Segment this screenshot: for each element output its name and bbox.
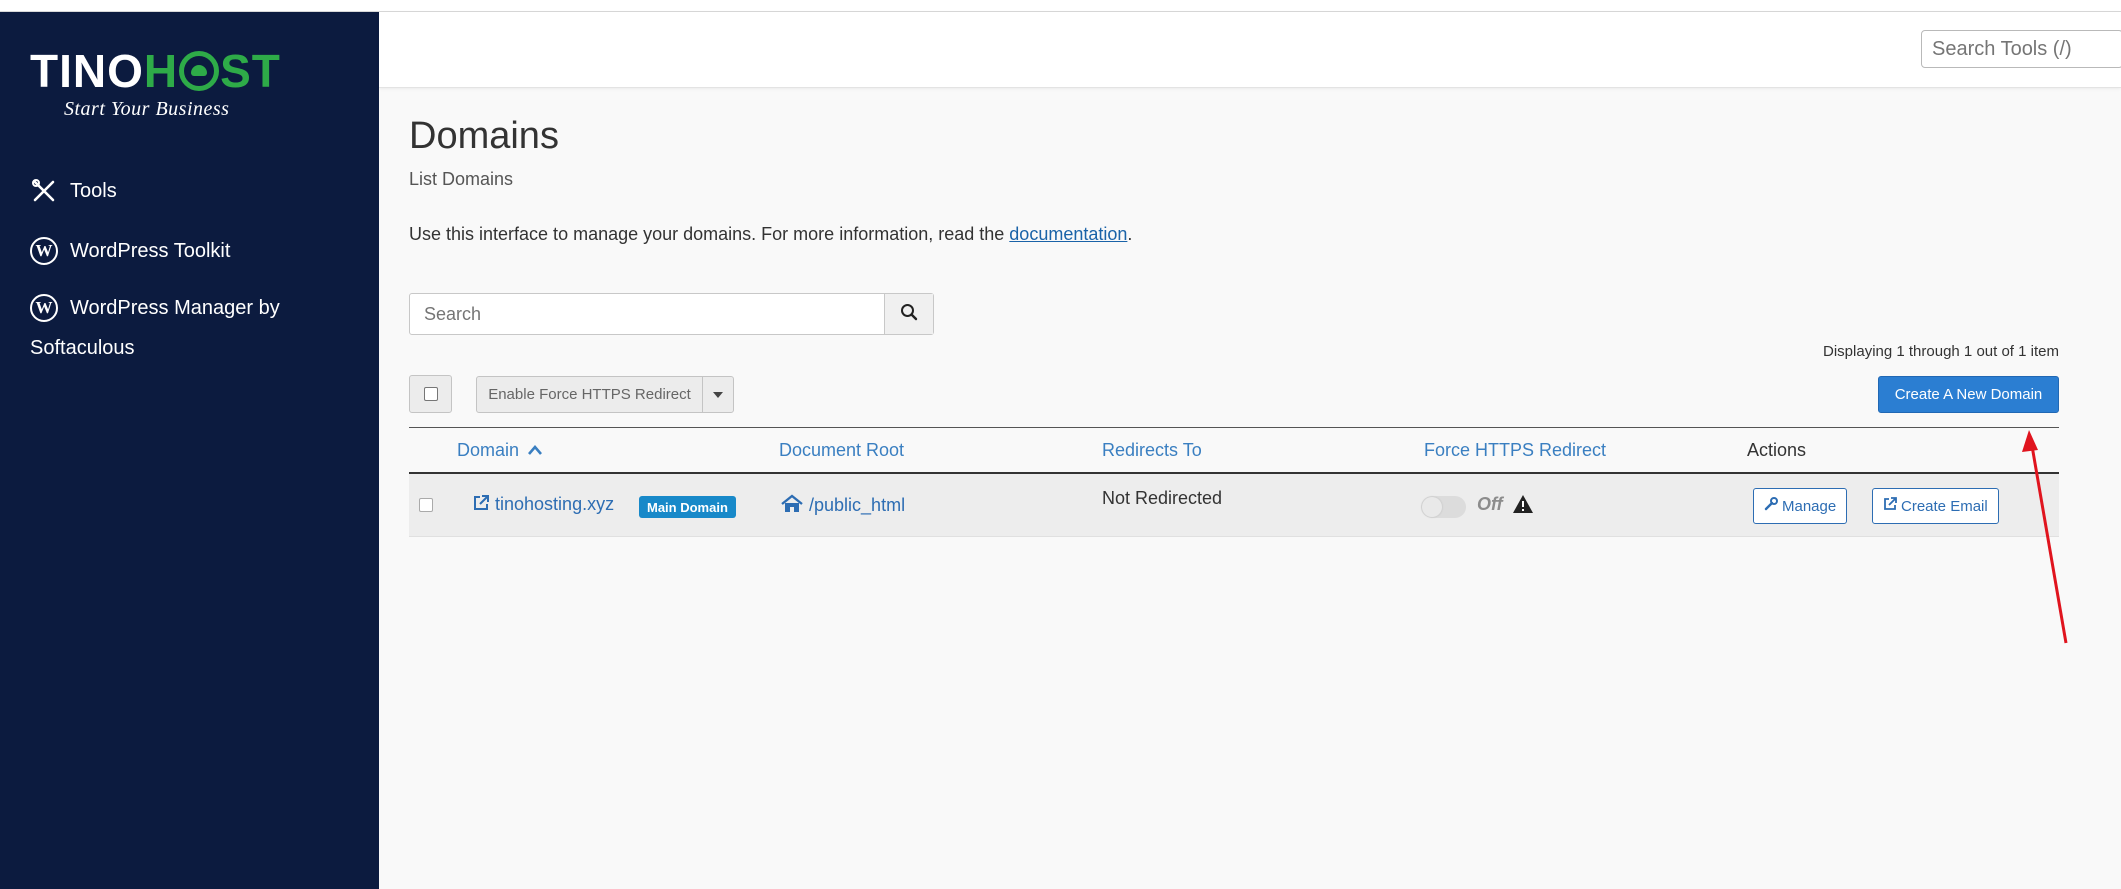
column-header-actions: Actions (1747, 439, 1807, 460)
search-icon (900, 303, 918, 326)
chevron-down-icon (713, 391, 723, 398)
force-https-state: Off (1477, 494, 1503, 514)
force-https-bulk-button[interactable]: Enable Force HTTPS Redirect (476, 376, 734, 413)
column-header-domain[interactable]: Domain (457, 440, 543, 461)
force-https-dropdown-toggle[interactable] (703, 377, 733, 412)
top-strip (0, 0, 2121, 12)
create-new-domain-button[interactable]: Create A New Domain (1878, 376, 2059, 413)
main-domain-badge: Main Domain (639, 496, 736, 518)
force-https-bulk-label[interactable]: Enable Force HTTPS Redirect (477, 377, 703, 412)
wrench-icon (1764, 497, 1782, 515)
sort-ascending-icon (524, 440, 543, 460)
sidebar: TINO H ST Start Your Business Tools W Wo… (0, 12, 379, 889)
sidebar-item-label: WordPress Toolkit (70, 239, 231, 262)
sidebar-item-wordpress-manager[interactable]: W WordPress Manager by (30, 294, 280, 322)
brand-wordmark: TINO H ST (30, 46, 290, 96)
search-button[interactable] (884, 294, 933, 334)
wordpress-icon: W (30, 294, 58, 322)
pagination-summary: Displaying 1 through 1 out of 1 item (1823, 343, 2059, 360)
brand-logo[interactable]: TINO H ST Start Your Business (30, 46, 290, 136)
wordpress-icon: W (30, 237, 58, 265)
brand-name-left: TINO (30, 45, 144, 97)
documentation-link[interactable]: documentation (1009, 224, 1127, 244)
sidebar-item-label: WordPress Manager by (70, 296, 280, 319)
brand-name-right: H ST (143, 45, 281, 97)
warning-icon[interactable] (1512, 494, 1534, 519)
table-header: Domain Document Root Redirects To Force … (409, 427, 2059, 474)
row-checkbox[interactable] (419, 498, 433, 512)
sidebar-item-wordpress-toolkit[interactable]: W WordPress Toolkit (30, 237, 230, 265)
column-header-redirects-to[interactable]: Redirects To (1102, 440, 1202, 461)
page-title: Domains (409, 115, 559, 157)
select-all-checkbox-wrapper[interactable] (409, 375, 452, 413)
domain-search (409, 293, 934, 335)
create-email-button[interactable]: Create Email (1872, 488, 1999, 524)
intro-text: Use this interface to manage your domain… (409, 224, 1133, 244)
external-link-icon (472, 494, 495, 514)
search-tools-input[interactable] (1921, 30, 2121, 68)
sidebar-item-tools[interactable]: Tools (30, 177, 117, 205)
domain-link[interactable]: tinohosting.xyz (472, 494, 614, 515)
domain-search-input[interactable] (410, 294, 884, 334)
page-subtitle: List Domains (409, 169, 514, 189)
sidebar-item-label-line2[interactable]: Softaculous (30, 337, 135, 360)
domains-table: Domain Document Root Redirects To Force … (409, 427, 2059, 537)
cloud-o-icon (179, 51, 220, 91)
manage-button[interactable]: Manage (1753, 488, 1848, 524)
external-link-icon (1883, 497, 1901, 515)
document-root-link[interactable]: /public_html (780, 494, 905, 516)
tools-icon (30, 177, 58, 205)
column-header-force-https[interactable]: Force HTTPS Redirect (1424, 440, 1606, 461)
select-all-checkbox[interactable] (423, 387, 438, 401)
brand-tagline: Start Your Business (64, 98, 230, 120)
column-header-document-root[interactable]: Document Root (779, 440, 904, 461)
top-header (379, 12, 2121, 88)
redirects-to-value: Not Redirected (1102, 488, 1223, 508)
sidebar-item-label: Tools (70, 179, 117, 202)
table-row: tinohosting.xyz Main Domain /public_html… (409, 474, 2059, 537)
force-https-toggle[interactable] (1421, 496, 1466, 518)
home-icon (780, 494, 809, 515)
